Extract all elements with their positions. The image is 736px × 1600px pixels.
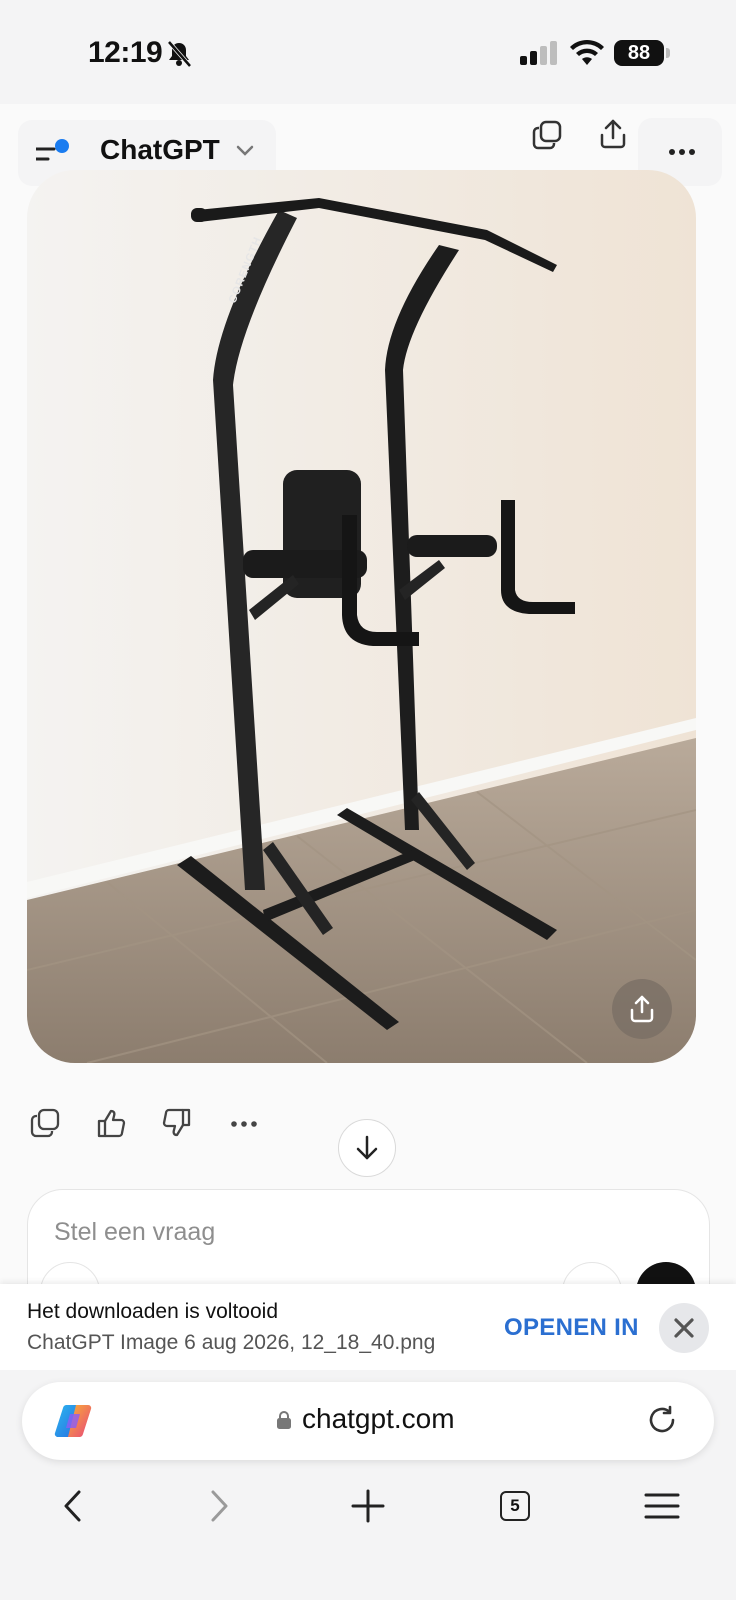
image-share-button[interactable] — [612, 979, 672, 1039]
arrow-down-icon — [356, 1135, 378, 1160]
close-banner-button[interactable] — [659, 1303, 709, 1353]
forward-icon[interactable] — [208, 1488, 232, 1524]
share-icon — [630, 995, 654, 1023]
signal-icon — [520, 41, 557, 65]
wifi-icon — [570, 39, 604, 65]
bell-muted-icon — [167, 40, 192, 68]
copilot-icon[interactable] — [54, 1402, 92, 1440]
chevron-down-icon[interactable] — [236, 145, 254, 157]
download-status: Het downloaden is voltooid — [27, 1300, 278, 1323]
more-icon[interactable] — [668, 148, 696, 156]
new-tab-icon[interactable] — [350, 1488, 386, 1524]
open-in-button[interactable]: OPENEN IN — [504, 1314, 639, 1342]
battery-indicator: 88 — [614, 40, 664, 66]
page-title[interactable]: ChatGPT — [100, 134, 220, 166]
thumbs-down-icon[interactable] — [162, 1108, 192, 1138]
menu-icon[interactable] — [644, 1492, 680, 1520]
power-tower-picture: CORENGTH — [27, 170, 696, 1063]
copy-icon[interactable] — [30, 1108, 60, 1138]
message-input[interactable] — [54, 1214, 554, 1250]
generated-image[interactable]: CORENGTH — [27, 170, 696, 1063]
tabs-button[interactable]: 5 — [500, 1491, 530, 1521]
reload-icon[interactable] — [646, 1404, 678, 1436]
battery-cap — [666, 48, 670, 58]
url-text[interactable]: chatgpt.com — [302, 1403, 455, 1435]
menu-icon[interactable] — [36, 138, 72, 168]
back-icon[interactable] — [60, 1488, 84, 1524]
close-icon — [674, 1318, 694, 1338]
lock-icon — [277, 1411, 291, 1429]
copy-icon[interactable] — [532, 120, 562, 150]
status-time: 12:19 — [88, 36, 163, 69]
download-filename: ChatGPT Image 6 aug 2026, 12_18_40.png — [27, 1331, 436, 1354]
scroll-to-bottom-button[interactable] — [338, 1119, 396, 1177]
share-icon[interactable] — [598, 118, 628, 150]
more-icon[interactable] — [230, 1120, 258, 1128]
thumbs-up-icon[interactable] — [96, 1108, 126, 1138]
